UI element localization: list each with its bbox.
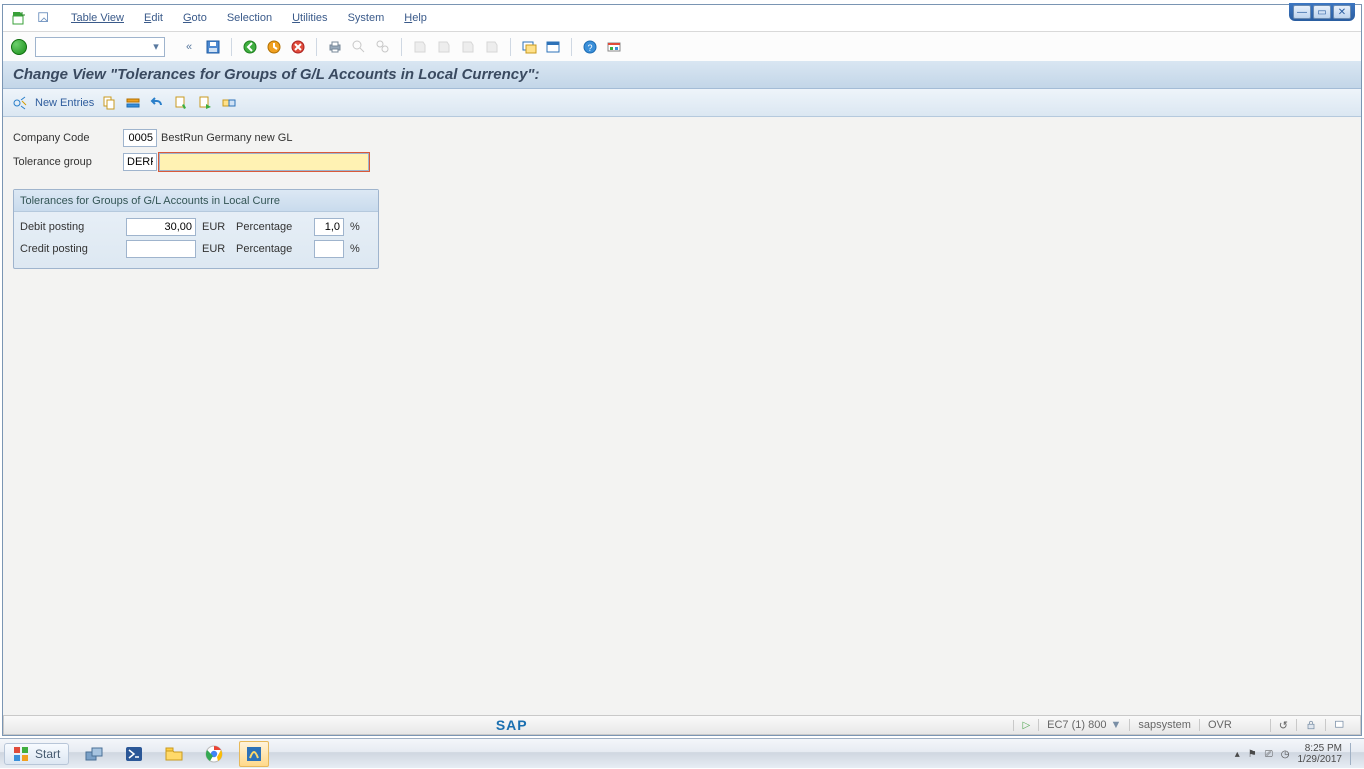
credit-posting-label: Credit posting [20, 243, 120, 255]
help-icon[interactable]: ? [580, 37, 600, 57]
status-session-icon[interactable] [1325, 719, 1354, 731]
taskbar-sap-logon-icon[interactable] [239, 741, 269, 767]
system-toolbar: ▾ « ? [3, 31, 1361, 61]
tray-show-desktop[interactable] [1350, 743, 1358, 765]
start-label: Start [35, 747, 60, 761]
print-icon[interactable] [325, 37, 345, 57]
find-icon [349, 37, 369, 57]
status-sync-icon[interactable]: ↺ [1270, 719, 1296, 732]
next-page-icon [458, 37, 478, 57]
select-icon[interactable] [172, 94, 190, 112]
last-page-icon [482, 37, 502, 57]
menu-selection[interactable]: Selection [217, 12, 282, 24]
shortcut-icon[interactable] [543, 37, 563, 57]
view-title: Change View "Tolerances for Groups of G/… [3, 61, 1361, 89]
taskbar-explorer-icon[interactable] [159, 741, 189, 767]
tolerances-group-title: Tolerances for Groups of G/L Accounts in… [14, 190, 378, 212]
tray-expand-icon[interactable]: ▴ [1235, 749, 1240, 760]
debit-pct-unit: % [350, 221, 360, 233]
layout-icon[interactable] [604, 37, 624, 57]
first-page-icon [410, 37, 430, 57]
debit-pct-input[interactable] [314, 218, 344, 236]
tray-device-icon[interactable]: ⎚ [1265, 749, 1273, 760]
taskbar-powershell-icon[interactable] [119, 741, 149, 767]
save-variant-icon[interactable] [196, 94, 214, 112]
window-controls: — ▭ ✕ [1289, 3, 1355, 21]
debit-unit: EUR [202, 221, 230, 233]
taskbar-server-manager-icon[interactable] [79, 741, 109, 767]
new-session-icon[interactable] [519, 37, 539, 57]
sap-logo: SAP [496, 717, 528, 733]
tray-network-icon[interactable]: ◷ [1281, 749, 1290, 760]
status-lock-icon[interactable] [1296, 719, 1325, 731]
application-toolbar: New Entries [3, 89, 1361, 117]
change-display-icon[interactable] [11, 94, 29, 112]
menu-goto[interactable]: Goto [173, 12, 217, 24]
taskbar-chrome-icon[interactable] [199, 741, 229, 767]
chevron-down-icon[interactable]: ▾ [148, 38, 164, 56]
company-code-input[interactable] [123, 129, 157, 147]
debit-posting-label: Debit posting [20, 221, 120, 233]
transport-icon[interactable] [220, 94, 238, 112]
start-button[interactable]: Start [4, 743, 69, 765]
new-entries-button[interactable]: New Entries [35, 97, 94, 109]
tolerance-group-label: Tolerance group [13, 156, 123, 168]
tolerances-groupbox: Tolerances for Groups of G/L Accounts in… [13, 189, 379, 269]
windows-taskbar: Start ▴ ⚑ ⎚ ◷ 8:25 PM 1/29/2017 [0, 738, 1364, 768]
status-bar: SAP ▷ EC7 (1) 800 ▼ sapsystem OVR ↺ [3, 715, 1361, 735]
close-button[interactable]: ✕ [1333, 5, 1351, 19]
maximize-button[interactable]: ▭ [1313, 5, 1331, 19]
credit-posting-input[interactable] [126, 240, 196, 258]
exit-menu-icon[interactable] [9, 9, 27, 27]
menu-help[interactable]: Help [394, 12, 437, 24]
menubar: Table View Edit Goto Selection Utilities… [3, 5, 1361, 31]
collapse-button[interactable]: « [179, 37, 199, 57]
back-icon[interactable] [240, 37, 260, 57]
debit-pct-label: Percentage [236, 221, 308, 233]
save-icon[interactable] [203, 37, 223, 57]
credit-pct-label: Percentage [236, 243, 308, 255]
cancel-icon[interactable] [288, 37, 308, 57]
credit-unit: EUR [202, 243, 230, 255]
svg-text:?: ? [587, 43, 592, 53]
company-code-label: Company Code [13, 132, 123, 144]
menu-system[interactable]: System [338, 12, 395, 24]
menu-edit[interactable]: Edit [134, 12, 173, 24]
undo-icon[interactable] [148, 94, 166, 112]
status-arrow-icon[interactable]: ▷ [1022, 720, 1030, 731]
system-tray: ▴ ⚑ ⎚ ◷ 8:25 PM 1/29/2017 [1235, 739, 1358, 769]
prev-page-icon [434, 37, 454, 57]
windows-logo-icon [13, 746, 29, 762]
tolerance-group-text-input[interactable] [159, 153, 369, 171]
enter-button[interactable] [11, 39, 27, 55]
status-system[interactable]: EC7 (1) 800 ▼ [1038, 719, 1129, 731]
exit-icon[interactable] [264, 37, 284, 57]
debit-posting-input[interactable] [126, 218, 196, 236]
tray-flag-icon[interactable]: ⚑ [1248, 749, 1257, 760]
credit-pct-input[interactable] [314, 240, 344, 258]
copy-icon[interactable] [100, 94, 118, 112]
minimize-button[interactable]: — [1293, 5, 1311, 19]
status-mode: OVR [1199, 719, 1240, 731]
command-field[interactable]: ▾ [35, 37, 165, 57]
find-next-icon [373, 37, 393, 57]
content-area: Company Code BestRun Germany new GL Tole… [3, 117, 1361, 715]
status-host: sapsystem [1129, 719, 1199, 731]
tolerance-group-input[interactable] [123, 153, 157, 171]
tray-clock[interactable]: 8:25 PM 1/29/2017 [1298, 743, 1343, 765]
menu-utilities[interactable]: Utilities [282, 12, 337, 24]
company-code-text: BestRun Germany new GL [161, 132, 292, 144]
delimit-icon[interactable] [124, 94, 142, 112]
credit-pct-unit: % [350, 243, 360, 255]
menu-dd-icon[interactable] [37, 11, 51, 25]
menu-table-view[interactable]: Table View [61, 12, 134, 24]
